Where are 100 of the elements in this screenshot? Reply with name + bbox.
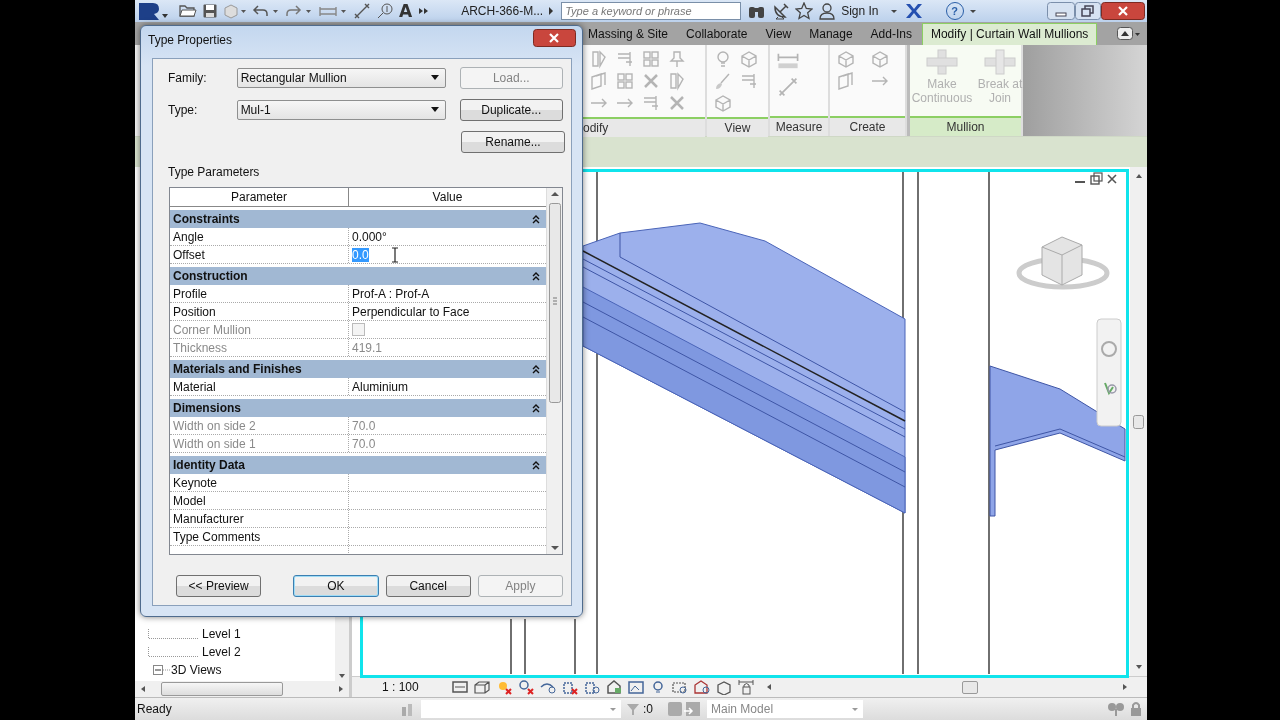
scroll-thumb[interactable] xyxy=(548,203,561,403)
close-button[interactable] xyxy=(533,29,576,47)
measure-icon[interactable] xyxy=(353,3,371,19)
dialog-button[interactable]: Rename... xyxy=(461,131,565,153)
tree-line xyxy=(148,647,198,657)
scroll-left-icon[interactable] xyxy=(139,684,147,694)
scroll-up-icon[interactable] xyxy=(550,191,559,197)
dialog-button[interactable]: OK xyxy=(293,575,379,597)
ribbon-tab[interactable]: Add-Ins xyxy=(862,24,920,45)
restore-button[interactable] xyxy=(1075,2,1101,20)
dropdown-arrow-icon[interactable] xyxy=(430,107,439,113)
panel-label: View xyxy=(707,117,768,137)
house-icon[interactable] xyxy=(692,679,711,695)
panel-label: odify xyxy=(583,117,705,137)
status-message: Ready xyxy=(136,702,173,716)
dropdown-arrow-icon[interactable] xyxy=(430,75,439,81)
tag-icon[interactable] xyxy=(376,3,394,19)
ribbon-toggle-icon[interactable] xyxy=(1117,26,1141,41)
dialog-button[interactable]: Cancel xyxy=(385,575,471,597)
field-label: Type: xyxy=(168,103,199,117)
link-icon[interactable] xyxy=(1107,701,1125,717)
redo-icon[interactable] xyxy=(285,3,313,19)
collapse-icon[interactable] xyxy=(532,460,540,470)
ribbon-tab[interactable]: Modify | Curtain Wall Mullions xyxy=(921,23,1098,45)
group-title[interactable]: Constraints xyxy=(173,212,240,226)
panel-label: Measure xyxy=(770,116,828,136)
text-tool-icon[interactable]: A xyxy=(399,1,413,21)
parameter-name: Type Comments xyxy=(170,528,349,545)
group-title[interactable]: Dimensions xyxy=(173,401,241,415)
section-label: Type Parameters xyxy=(168,165,261,179)
dropdown-field[interactable]: Mul-1 xyxy=(236,100,446,120)
view-scale[interactable]: 1 : 100 xyxy=(382,680,419,694)
workset-name: Main Model xyxy=(711,702,774,716)
crop-off-icon[interactable] xyxy=(560,679,579,695)
sign-in-link[interactable]: Sign In xyxy=(841,4,879,18)
image-icon[interactable] xyxy=(626,679,645,695)
window-title: ARCH-366-M... xyxy=(460,4,545,18)
crop-region-icon[interactable] xyxy=(582,679,601,695)
group-title[interactable]: Construction xyxy=(173,269,248,283)
parameter-name: Material xyxy=(170,378,349,395)
lock-icon[interactable] xyxy=(1129,701,1143,717)
field-label: Family: xyxy=(168,71,208,85)
scroll-thumb[interactable] xyxy=(1133,414,1144,429)
restore-icon[interactable] xyxy=(1090,172,1103,185)
search-field[interactable]: Type a keyword or phrase xyxy=(561,2,742,20)
ribbon-tab[interactable]: Massing & Site xyxy=(580,24,677,45)
parameter-name: Width on side 1 xyxy=(170,435,349,452)
user-icon[interactable] xyxy=(818,2,837,20)
save-icon[interactable] xyxy=(202,3,218,19)
dialog-button[interactable]: << Preview xyxy=(176,575,262,597)
close-button[interactable] xyxy=(1101,2,1145,20)
text-cursor-icon xyxy=(391,247,399,263)
parameter-name: Corner Mullion xyxy=(170,321,349,338)
ribbon-tab[interactable]: View xyxy=(757,24,800,45)
parameter-name: Width on side 2 xyxy=(170,417,349,434)
scroll-right-icon[interactable] xyxy=(1121,682,1129,692)
dashed-frame-icon[interactable] xyxy=(670,679,689,695)
workset-dropdown[interactable]: Main Model xyxy=(707,700,863,718)
selection-count: :0 xyxy=(643,702,653,716)
undo-icon[interactable] xyxy=(252,3,280,19)
parameter-value: 0.000° xyxy=(352,229,387,244)
ribbon-tab[interactable]: Manage xyxy=(801,24,861,45)
shadows-off-icon[interactable] xyxy=(516,679,535,695)
parameter-name: Model xyxy=(170,492,349,509)
tree-item[interactable]: Level 1 xyxy=(202,627,241,641)
house-icon[interactable] xyxy=(604,679,623,695)
tree-item[interactable]: Level 2 xyxy=(202,645,241,659)
horizontal-scrollbar[interactable] xyxy=(135,681,349,697)
parameter-value: Prof-A : Prof-A xyxy=(352,286,430,301)
lock-icon[interactable] xyxy=(736,679,755,695)
design-option-field[interactable] xyxy=(421,700,621,718)
satellite-icon[interactable] xyxy=(772,2,791,20)
dropdown-value: Mul-1 xyxy=(240,103,271,117)
dropdown-field[interactable]: Rectangular Mullion xyxy=(236,68,446,88)
open-folder-icon[interactable] xyxy=(179,3,197,19)
ribbon-tab[interactable]: Collaborate xyxy=(678,24,756,45)
group-title[interactable]: Identity Data xyxy=(173,458,245,472)
minimize-icon[interactable] xyxy=(1074,181,1086,183)
collapse-icon[interactable] xyxy=(532,214,540,224)
visual-style-icon[interactable] xyxy=(450,679,469,695)
parameter-value: Perpendicular to Face xyxy=(352,304,470,319)
close-icon[interactable] xyxy=(1107,174,1117,184)
parameter-name: Manufacturer xyxy=(170,510,349,527)
parameter-name: Offset xyxy=(170,246,349,263)
parameter-value: 419.1 xyxy=(352,340,383,355)
collapse-icon[interactable] xyxy=(532,271,540,281)
tree-item[interactable]: 3D Views xyxy=(171,663,222,677)
collapse-icon[interactable] xyxy=(532,403,540,413)
collapse-icon[interactable] xyxy=(532,364,540,374)
editable-icon[interactable] xyxy=(683,701,701,717)
dialog-button[interactable]: Duplicate... xyxy=(459,99,563,121)
star-icon[interactable] xyxy=(795,2,814,20)
scroll-right-icon[interactable] xyxy=(337,684,345,694)
scroll-thumb[interactable] xyxy=(961,681,978,694)
detail-level-icon[interactable] xyxy=(472,679,491,695)
parameter-name: Position xyxy=(170,303,349,320)
scroll-down-icon[interactable] xyxy=(550,545,559,551)
parameter-name: Angle xyxy=(170,228,349,245)
parameter-name: Thickness xyxy=(170,339,349,356)
dropdown-value: Rectangular Mullion xyxy=(240,71,347,85)
